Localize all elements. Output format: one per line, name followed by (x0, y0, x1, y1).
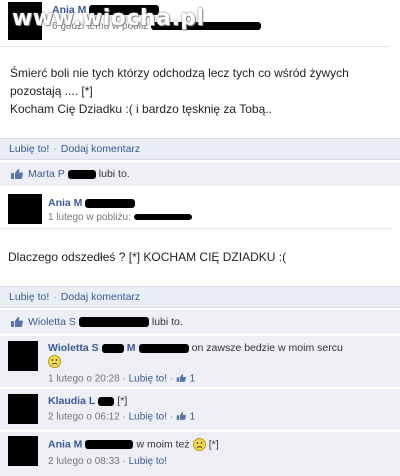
post-1-divider (0, 46, 390, 47)
comment-1-avatar[interactable] (8, 341, 38, 371)
comment-3-avatar[interactable] (8, 436, 38, 466)
post-2-text: Dlaczego odszedłeś ? [*] KOCHAM CIĘ DZIA… (8, 250, 287, 264)
smiley-icon (192, 438, 206, 451)
comment-1: Wioletta S M on zawsze bedzie w moim ser… (0, 335, 400, 387)
post-1-like-link[interactable]: Lubię to! (9, 143, 49, 155)
comment-1-date: 1 lutego o 20:28 (48, 373, 120, 385)
watermark: www.wiocha.pl (12, 6, 205, 31)
redaction (138, 343, 189, 353)
thumbs-up-icon (10, 316, 23, 328)
post-2-likes: Wioletta S lubi to. (0, 310, 400, 334)
comment-1-text: on zawsze bedzie w moim sercu (191, 342, 343, 354)
post-2-like-link[interactable]: Lubię to! (9, 291, 49, 303)
comment-2-like-count[interactable]: 1 (190, 412, 196, 423)
comment-2-avatar[interactable] (8, 394, 38, 424)
post-2-author-name[interactable]: Ania M (48, 197, 82, 209)
smiley-icon (48, 355, 61, 368)
post-2-action-bar: Lubię to! · Dodaj komentarz (0, 286, 400, 308)
redaction (101, 343, 124, 353)
post-1-text: Śmierć boli nie tych którzy odchodzą lec… (10, 66, 349, 116)
comment-3: Ania M w moim też [*] 2 lutego o 08:33 ·… (0, 431, 400, 476)
post-1-comment-link[interactable]: Dodaj komentarz (61, 143, 140, 155)
comment-3-like-link[interactable]: Lubię to! (129, 456, 167, 467)
comment-2-text: [*] (117, 395, 128, 407)
comment-1-like-link[interactable]: Lubię to! (129, 374, 167, 385)
redaction (78, 317, 149, 327)
post-1-action-bar: Lubię to! · Dodaj komentarz (0, 138, 400, 160)
redaction (67, 169, 96, 179)
comment-2: Klaudia L [*] 2 lutego o 06:12 · Lubię t… (0, 388, 400, 430)
comment-3-author[interactable]: Ania M (48, 438, 82, 450)
post-2-divider (0, 228, 392, 229)
post-2-meta: 1 lutego w pobliżu: (48, 211, 192, 223)
post-1-liker-name[interactable]: Marta P (28, 168, 65, 180)
comment-2-date: 2 lutego o 06:12 (48, 411, 120, 423)
comment-2-author[interactable]: Klaudia L (48, 395, 95, 407)
post-1: Ania M 6 godzi temu w pobliz www.wiocha.… (0, 0, 400, 160)
post-2-liker-name[interactable]: Wioletta S (28, 316, 76, 328)
post-2: Ania M 1 lutego w pobliżu: Dlaczego odsz… (0, 188, 400, 284)
post-1-likes: Marta P lubi to. (0, 162, 400, 186)
comment-3-text: w moim też (136, 438, 190, 451)
thumbs-up-icon (176, 411, 186, 423)
redaction (85, 198, 136, 208)
redaction (85, 440, 134, 449)
post-2-author[interactable]: Ania M (48, 197, 136, 209)
post-2-comment-link[interactable]: Dodaj komentarz (61, 291, 140, 303)
thumbs-up-icon (176, 373, 186, 385)
comment-2-like-link[interactable]: Lubię to! (129, 412, 167, 423)
thumbs-up-icon (10, 168, 23, 180)
comment-1-like-count[interactable]: 1 (190, 374, 196, 385)
comment-3-date: 2 lutego o 08:33 (48, 456, 120, 467)
post-2-avatar[interactable] (8, 194, 42, 224)
redaction (133, 214, 192, 221)
redaction (98, 396, 115, 406)
comment-1-author[interactable]: Wioletta S (48, 342, 99, 354)
